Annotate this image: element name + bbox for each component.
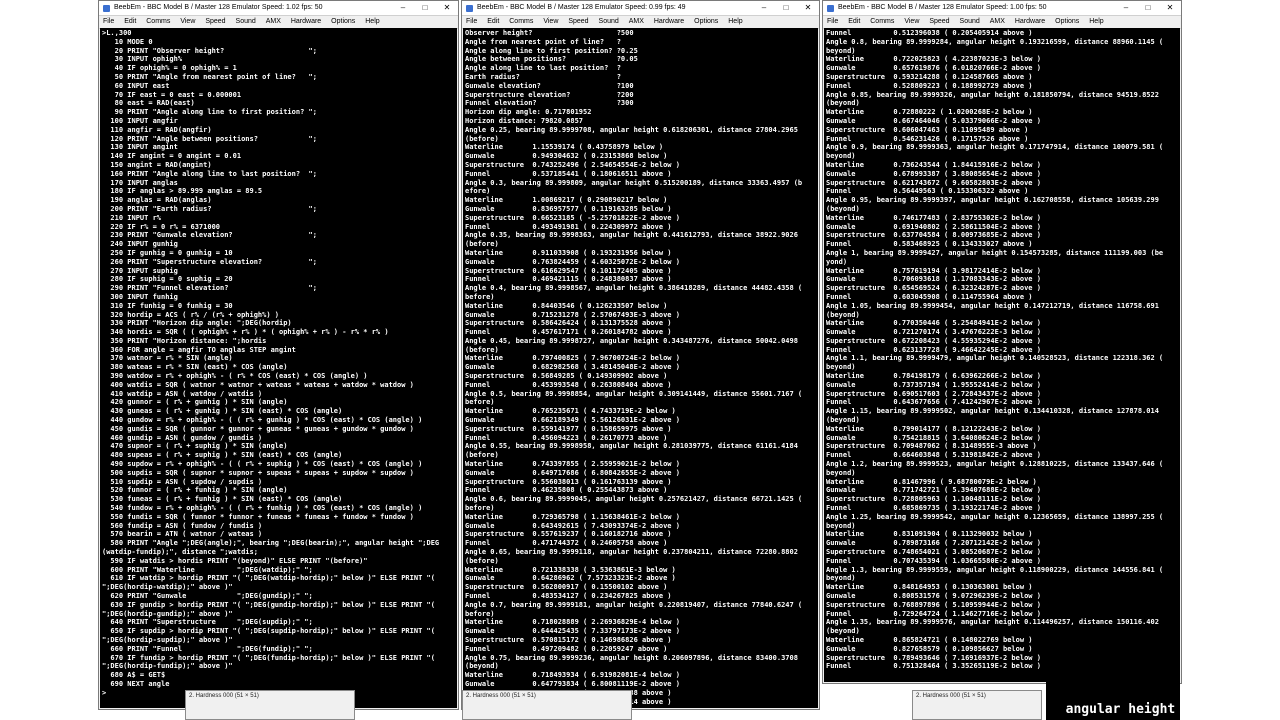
menu-view[interactable]: View	[543, 16, 558, 28]
app-icon	[103, 4, 110, 12]
background-window[interactable]: 2. Hardness 000 (51 × 51)	[912, 690, 1042, 720]
emulator-window-1[interactable]: BeebEm - BBC Model B / Master 128 Emulat…	[98, 0, 459, 710]
menu-hardware[interactable]: Hardware	[1015, 16, 1045, 28]
menu-options[interactable]: Options	[694, 16, 718, 28]
menu-hardware[interactable]: Hardware	[654, 16, 684, 28]
close-button[interactable]: ✕	[797, 1, 819, 15]
menu-edit[interactable]: Edit	[487, 16, 499, 28]
window-controls: – □ ✕	[753, 1, 819, 15]
background-emulator-fragment: angular height 10000015 4 b	[1046, 680, 1180, 720]
screen-text: >L.,300 10 MODE 0 20 PRINT "Observer hei…	[102, 29, 440, 697]
minimize-button[interactable]: –	[1115, 1, 1137, 15]
background-window-label: 2. Hardness 000 (51 × 51)	[916, 693, 986, 699]
emulator-window-3[interactable]: BeebEm - BBC Model B / Master 128 Emulat…	[822, 0, 1182, 684]
maximize-button[interactable]: □	[414, 1, 436, 15]
app-icon	[827, 4, 834, 12]
title-bar[interactable]: BeebEm - BBC Model B / Master 128 Emulat…	[99, 1, 458, 16]
emulator-screen[interactable]: Funnel 0.512396038 ( 0.205405914 above )…	[824, 28, 1180, 682]
menu-help[interactable]: Help	[1089, 16, 1103, 28]
menu-help[interactable]: Help	[728, 16, 742, 28]
background-window-label: 2. Hardness 000 (51 × 51)	[466, 693, 536, 699]
menu-view[interactable]: View	[904, 16, 919, 28]
window-controls: – □ ✕	[392, 1, 458, 15]
emulator-window-2[interactable]: BeebEm - BBC Model B / Master 128 Emulat…	[461, 0, 820, 710]
menu-sound[interactable]: Sound	[599, 16, 619, 28]
background-window[interactable]: 2. Hardness 000 (51 × 51)	[185, 690, 355, 720]
menu-options[interactable]: Options	[331, 16, 355, 28]
menu-hardware[interactable]: Hardware	[291, 16, 321, 28]
title-bar[interactable]: BeebEm - BBC Model B / Master 128 Emulat…	[823, 1, 1181, 16]
menu-amx[interactable]: AMX	[266, 16, 281, 28]
menu-file[interactable]: File	[103, 16, 114, 28]
menu-sound[interactable]: Sound	[236, 16, 256, 28]
menu-speed[interactable]: Speed	[205, 16, 225, 28]
menu-help[interactable]: Help	[365, 16, 379, 28]
window-controls: – □ ✕	[1115, 1, 1181, 15]
background-window[interactable]: 2. Hardness 000 (51 × 51)	[462, 690, 632, 720]
menu-comms[interactable]: Comms	[870, 16, 894, 28]
menu-file[interactable]: File	[466, 16, 477, 28]
menu-speed[interactable]: Speed	[568, 16, 588, 28]
screen-text: Funnel 0.512396038 ( 0.205405914 above )…	[826, 29, 1164, 671]
app-icon	[466, 4, 473, 12]
menu-view[interactable]: View	[180, 16, 195, 28]
menu-edit[interactable]: Edit	[848, 16, 860, 28]
window-title: BeebEm - BBC Model B / Master 128 Emulat…	[477, 4, 686, 11]
close-button[interactable]: ✕	[436, 1, 458, 15]
minimize-button[interactable]: –	[392, 1, 414, 15]
menu-comms[interactable]: Comms	[509, 16, 533, 28]
minimize-button[interactable]: –	[753, 1, 775, 15]
window-title: BeebEm - BBC Model B / Master 128 Emulat…	[114, 4, 323, 11]
maximize-button[interactable]: □	[775, 1, 797, 15]
menu-amx[interactable]: AMX	[990, 16, 1005, 28]
window-title: BeebEm - BBC Model B / Master 128 Emulat…	[838, 4, 1047, 11]
emulator-screen[interactable]: >L.,300 10 MODE 0 20 PRINT "Observer hei…	[100, 28, 457, 708]
menu-sound[interactable]: Sound	[960, 16, 980, 28]
screen-text: Observer height? ?500 Angle from nearest…	[465, 29, 803, 706]
menu-edit[interactable]: Edit	[124, 16, 136, 28]
menu-amx[interactable]: AMX	[629, 16, 644, 28]
fragment-text: angular height 10000015 4 b	[1065, 702, 1176, 717]
title-bar[interactable]: BeebEm - BBC Model B / Master 128 Emulat…	[462, 1, 819, 16]
menu-comms[interactable]: Comms	[146, 16, 170, 28]
maximize-button[interactable]: □	[1137, 1, 1159, 15]
emulator-screen[interactable]: Observer height? ?500 Angle from nearest…	[463, 28, 818, 708]
menu-speed[interactable]: Speed	[929, 16, 949, 28]
menu-options[interactable]: Options	[1055, 16, 1079, 28]
background-window-label: 2. Hardness 000 (51 × 51)	[189, 693, 259, 699]
menu-file[interactable]: File	[827, 16, 838, 28]
close-button[interactable]: ✕	[1159, 1, 1181, 15]
